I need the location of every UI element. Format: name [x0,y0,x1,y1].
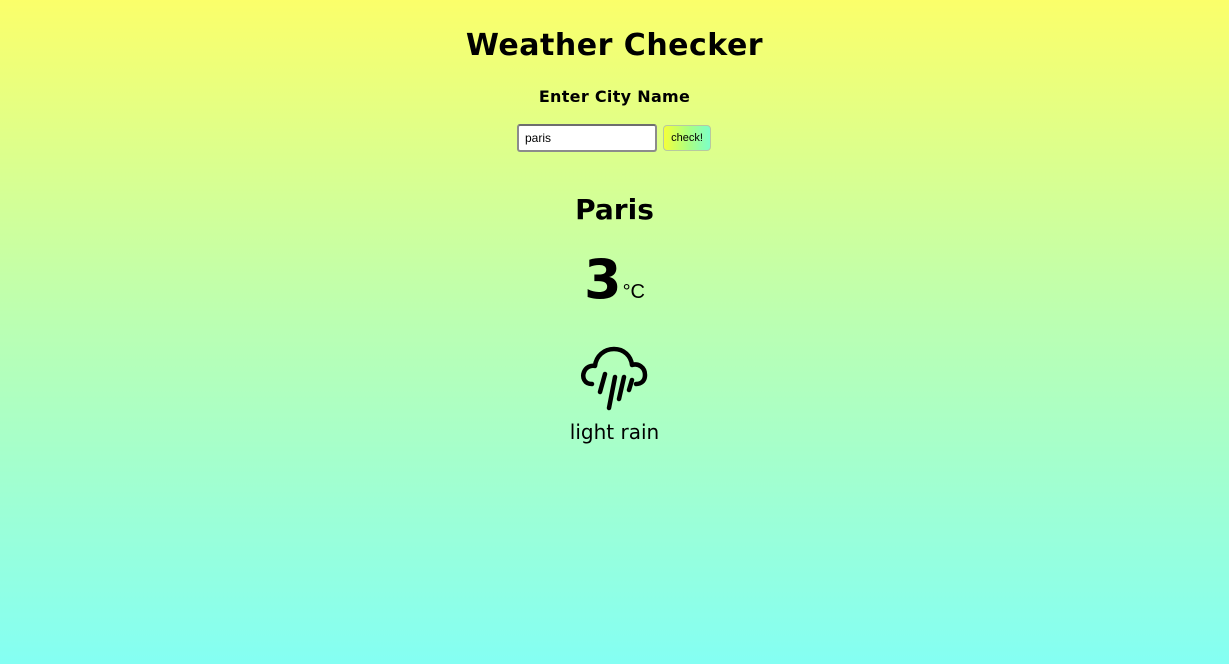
rain-cloud-icon [578,344,650,412]
city-name: Paris [575,193,654,226]
city-input[interactable] [517,124,657,152]
page-title: Weather Checker [465,28,764,63]
temperature-unit: °C [622,281,646,303]
check-button[interactable]: check! [663,125,711,151]
search-row: check! [517,124,711,152]
temperature-value: 3 [583,248,622,311]
temperature-display: 3°C [0,250,1229,323]
city-label: Enter City Name [538,87,691,106]
weather-description: light rain [569,420,660,444]
weather-app: Weather Checker Enter City Name check! P… [0,0,1229,664]
